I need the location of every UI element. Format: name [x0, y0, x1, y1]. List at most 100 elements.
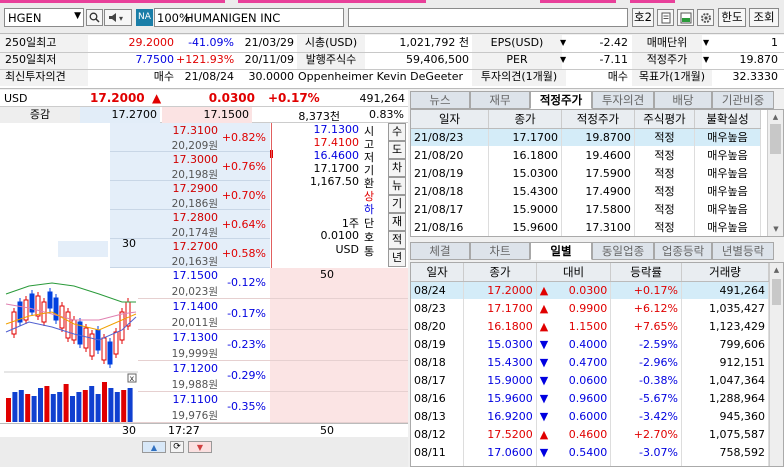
scrollbar[interactable]: ▲ — [769, 263, 783, 466]
candle — [101, 337, 107, 361]
table-row[interactable]: 21/08/16 15.9600 17.3100 적정 매우높음 — [411, 218, 761, 236]
query-button[interactable]: 조회 — [749, 8, 779, 27]
row-divider — [110, 329, 408, 330]
volume-cell: 491,264 — [681, 281, 770, 299]
tab-3[interactable]: 투자의견 — [592, 91, 654, 109]
column-header[interactable]: 불확실성 — [694, 110, 761, 129]
base-price: 17.1700 — [313, 162, 360, 175]
table-cell: 적정 — [634, 128, 696, 146]
side-tab[interactable]: 기 — [388, 195, 406, 213]
table-row[interactable]: 21/08/23 17.1700 19.8700 적정 매우높음 — [411, 128, 761, 146]
side-tab[interactable]: 도 — [388, 141, 406, 159]
hoga2-button[interactable]: 호2 — [632, 8, 654, 27]
tab-bottom-0[interactable]: 체결 — [410, 242, 470, 260]
tab-5[interactable]: 기관비중 — [712, 91, 774, 109]
column-header[interactable]: 일자 — [411, 110, 490, 129]
tab-2[interactable]: 적정주가 — [530, 91, 592, 109]
tab-bottom-2[interactable]: 일별 — [530, 242, 592, 260]
tab-bottom-5[interactable]: 년별등락 — [712, 242, 774, 260]
bid-pct: -0.29% — [227, 369, 266, 382]
bid-pct: -0.23% — [227, 338, 266, 351]
table-row[interactable]: 08/23 17.1700 ▲ 0.9900 +6.12% 1,035,427 — [411, 299, 770, 317]
candle — [11, 311, 17, 335]
scrollbar[interactable]: ▲ ▼ — [767, 110, 783, 236]
ask-price[interactable]: 17.3100 — [112, 124, 219, 137]
change-value: 0.4000 — [568, 337, 608, 351]
column-header[interactable]: 주식평가 — [634, 110, 696, 129]
scroll-down-button[interactable]: ▼ — [188, 441, 212, 453]
label-250-low: 250일최저 — [0, 52, 88, 69]
tab-bottom-1[interactable]: 차트 — [470, 242, 530, 260]
refresh-icon[interactable]: ⟳ — [170, 441, 184, 453]
scroll-up-button[interactable]: ▲ — [142, 441, 166, 453]
gear-icon[interactable] — [697, 9, 714, 26]
table-row[interactable]: 21/08/19 15.0300 17.5900 적정 매우높음 — [411, 164, 761, 182]
limit-button[interactable]: 한도 — [718, 8, 746, 27]
ask-price[interactable]: 17.2900 — [112, 182, 219, 195]
ask-price[interactable]: 17.2800 — [112, 211, 219, 224]
change-cell: ▲ 0.5000 — [536, 461, 612, 466]
column-header[interactable]: 거래량 — [681, 263, 770, 282]
table-cell: 적정 — [634, 200, 696, 218]
table-row[interactable]: 08/18 15.4300 ▼ 0.4700 -2.96% 912,151 — [411, 353, 770, 371]
price-change: 0.0300 — [208, 91, 255, 105]
memo-input[interactable] — [348, 8, 628, 27]
table-row[interactable]: 08/12 17.5200 ▲ 0.4600 +2.70% 1,075,587 — [411, 425, 770, 443]
up-arrow-icon: ▲ — [539, 283, 549, 297]
date-cell: 08/10 — [411, 461, 465, 466]
volume-bar — [70, 396, 75, 422]
table-row[interactable]: 08/16 15.9600 ▼ 0.9600 -5.67% 1,288,964 — [411, 389, 770, 407]
pct-cell: -5.67% — [610, 389, 682, 407]
column-header[interactable]: 대비 — [536, 263, 612, 282]
table-row[interactable]: 08/19 15.0300 ▼ 0.4000 -2.59% 799,606 — [411, 335, 770, 353]
pct-cell: +7.65% — [610, 317, 682, 335]
side-tab[interactable]: 차 — [388, 159, 406, 177]
symbol-input[interactable]: HGEN ▼ — [4, 8, 84, 27]
column-header[interactable]: 등락률 — [610, 263, 682, 282]
chevron-down-icon[interactable]: ▼ — [560, 38, 566, 47]
tab-0[interactable]: 뉴스 — [410, 91, 470, 109]
table-row[interactable]: 21/08/18 15.4300 17.4900 적정 매우높음 — [411, 182, 761, 200]
table-row[interactable]: 21/08/17 15.9000 17.5800 적정 매우높음 — [411, 200, 761, 218]
column-header[interactable]: 일자 — [411, 263, 465, 282]
table-row[interactable]: 08/20 16.1800 ▲ 1.1500 +7.65% 1,123,429 — [411, 317, 770, 335]
table-row[interactable]: 08/1017.6000▲ 0.5000+2.92%1,399,171 — [411, 461, 770, 466]
side-tab[interactable]: 수 — [388, 123, 406, 141]
doc-icon[interactable] — [657, 9, 674, 26]
tab-4[interactable]: 배당 — [654, 91, 712, 109]
date-cell: 08/20 — [411, 317, 465, 335]
tab-1[interactable]: 재무 — [470, 91, 530, 109]
ask-price[interactable]: 17.3000 — [112, 153, 219, 166]
change-cell: ▲ 0.9900 — [536, 299, 612, 317]
chevron-down-icon[interactable]: ▼ — [703, 55, 709, 64]
table-row[interactable]: 08/24 17.2000 ▲ 0.0300 +0.17% 491,264 — [411, 281, 770, 299]
side-tab[interactable]: 뉴 — [388, 177, 406, 195]
chart-green-icon[interactable] — [677, 9, 694, 26]
table-row[interactable]: 08/11 17.0600 ▼ 0.5400 -3.07% 758,592 — [411, 443, 770, 461]
table-cell: 21/08/23 — [411, 128, 490, 146]
volume-bar — [121, 390, 127, 422]
speaker-icon[interactable]: ▾ — [104, 9, 132, 26]
table-cell: 17.4900 — [561, 182, 635, 200]
chevron-down-icon[interactable]: ▼ — [74, 11, 81, 21]
close-cell: 15.9000 — [463, 371, 537, 389]
table-row[interactable]: 21/08/20 16.1800 19.4600 적정 매우높음 — [411, 146, 761, 164]
table-row[interactable]: 08/13 16.9200 ▼ 0.6000 -3.42% 945,360 — [411, 407, 770, 425]
pct-250-low: +121.93% — [176, 53, 234, 66]
symbol-code: HGEN — [8, 11, 42, 25]
change-value: 0.6000 — [568, 409, 608, 423]
date-cell: 08/11 — [411, 443, 465, 461]
side-tab[interactable]: 재 — [388, 213, 406, 231]
side-tab[interactable]: 년 — [388, 249, 406, 267]
tab-bottom-3[interactable]: 동일업종 — [592, 242, 654, 260]
chevron-down-icon[interactable]: ▼ — [703, 38, 709, 47]
column-header[interactable]: 종가 — [488, 110, 562, 129]
column-header[interactable]: 적정주가 — [561, 110, 635, 129]
column-header[interactable]: 종가 — [463, 263, 537, 282]
table-row[interactable]: 08/17 15.9000 ▼ 0.0600 -0.38% 1,047,364 — [411, 371, 770, 389]
table-cell: 17.1700 — [488, 128, 562, 146]
tab-bottom-4[interactable]: 업종등락 — [654, 242, 712, 260]
chevron-down-icon[interactable]: ▼ — [560, 55, 566, 64]
search-icon[interactable] — [86, 9, 103, 26]
side-tab[interactable]: 적 — [388, 231, 406, 249]
